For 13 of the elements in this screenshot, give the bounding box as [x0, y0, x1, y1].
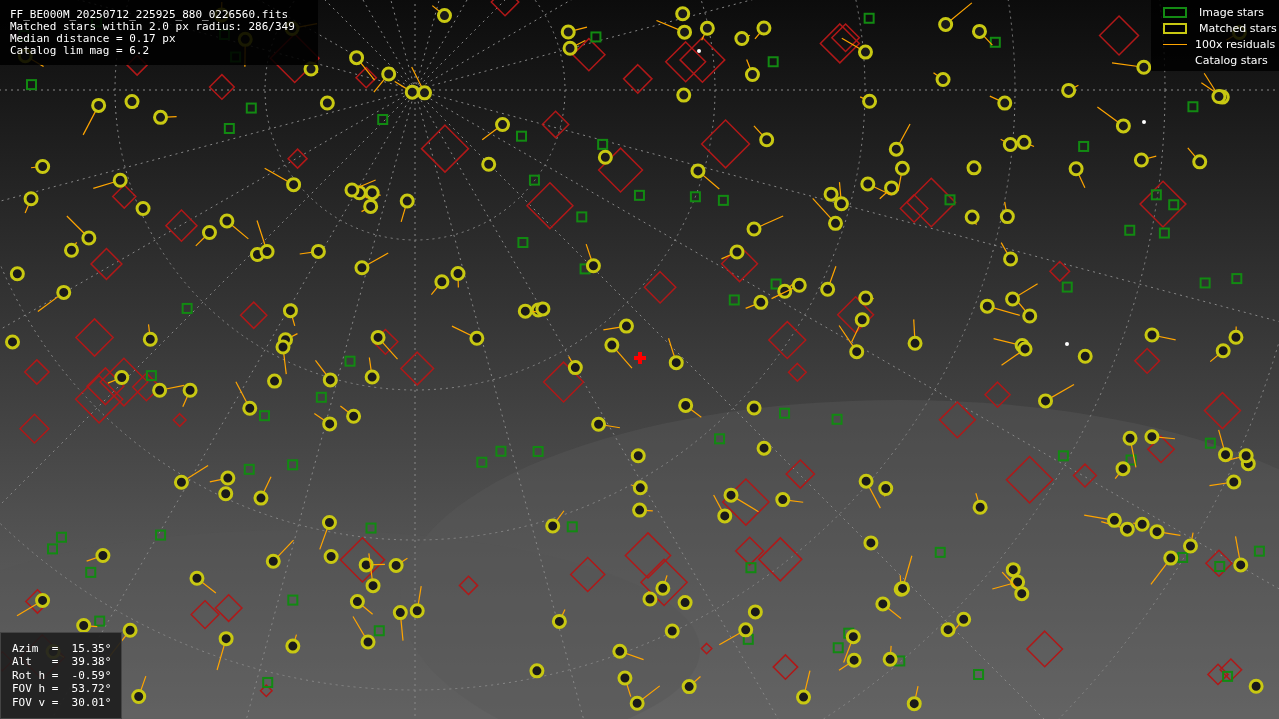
legend-label: Matched stars: [1199, 22, 1277, 35]
legend-label: Image stars: [1199, 6, 1264, 19]
pointing-text: FOV h = 53.72°: [12, 682, 113, 696]
info-text: Matched stars within 2.0 px radius: 286/349: [10, 21, 296, 33]
info-text: Median distance = 0.17 px: [10, 33, 177, 45]
info-text: FF_BE000M_20250712_225925_880_0226560.fits: [10, 9, 290, 21]
legend-label: 100x residuals: [1195, 38, 1276, 51]
pointing-text: Rot h = -0.59°: [12, 668, 113, 682]
legend-label: Catalog stars: [1195, 54, 1268, 67]
info-text: Catalog lim mag = 6.2: [10, 45, 151, 57]
pointing-text: Azim = 15.35°: [12, 641, 113, 655]
pointing-text: Alt = 39.38°: [12, 655, 113, 669]
pointing-text: FOV v = 30.01°: [12, 695, 113, 709]
